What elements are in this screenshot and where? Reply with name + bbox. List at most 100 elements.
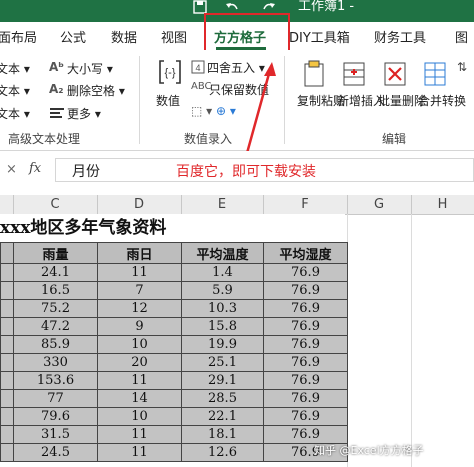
table-cell[interactable]: 77 bbox=[13, 389, 98, 408]
table-cell[interactable]: 85.9 bbox=[13, 335, 98, 354]
group-divider bbox=[139, 56, 140, 144]
table-cell[interactable]: 7 bbox=[97, 281, 182, 300]
table-cell[interactable]: 11 bbox=[97, 425, 182, 444]
table-cell[interactable]: 22.1 bbox=[181, 407, 264, 426]
table-row: 31.5 11 18.1 76.9 bbox=[0, 425, 348, 444]
table-cell[interactable]: 5.9 bbox=[181, 281, 264, 300]
table-cell[interactable]: 9 bbox=[97, 317, 182, 336]
table-header-row: 雨量 雨日 平均温度 平均湿度 bbox=[0, 242, 348, 264]
table-cell[interactable]: 47.2 bbox=[13, 317, 98, 336]
table-header-cell[interactable]: 雨量 bbox=[13, 242, 98, 264]
cancel-icon[interactable]: × bbox=[6, 162, 17, 177]
table-header-cell[interactable] bbox=[0, 242, 14, 264]
text-menu-3[interactable]: 文本 ▾ bbox=[0, 105, 30, 122]
table-cell[interactable]: 10 bbox=[97, 407, 182, 426]
numeric-button[interactable]: 数值 bbox=[156, 92, 180, 109]
table-cell[interactable]: 20 bbox=[97, 353, 182, 372]
table-header-cell[interactable]: 雨日 bbox=[97, 242, 182, 264]
tab-data[interactable]: 数据 bbox=[111, 27, 137, 46]
table-cell[interactable] bbox=[0, 299, 14, 318]
table-cell[interactable]: 76.9 bbox=[263, 389, 348, 408]
table-cell[interactable] bbox=[0, 317, 14, 336]
table-cell[interactable]: 16.5 bbox=[13, 281, 98, 300]
table-cell[interactable]: 76.9 bbox=[263, 299, 348, 318]
table-cell[interactable]: 79.6 bbox=[13, 407, 98, 426]
table-cell[interactable]: 76.9 bbox=[263, 425, 348, 444]
case-menu[interactable]: 大小写 ▾ bbox=[67, 60, 113, 77]
table-cell[interactable]: 76.9 bbox=[263, 317, 348, 336]
group-divider bbox=[284, 56, 285, 144]
table-cell[interactable]: 29.1 bbox=[181, 371, 264, 390]
table-cell[interactable] bbox=[0, 407, 14, 426]
table-cell[interactable]: 11 bbox=[97, 371, 182, 390]
table-cell[interactable] bbox=[0, 371, 14, 390]
table-cell[interactable]: 25.1 bbox=[181, 353, 264, 372]
table-cell[interactable]: 10 bbox=[97, 335, 182, 354]
table-cell[interactable]: 12.6 bbox=[181, 443, 264, 462]
group-label-number: 数值录入 bbox=[184, 132, 233, 146]
group-label-edit: 编辑 bbox=[382, 132, 407, 146]
table-cell[interactable] bbox=[0, 389, 14, 408]
table-cell[interactable]: 330 bbox=[13, 353, 98, 372]
table-row: 77 14 28.5 76.9 bbox=[0, 389, 348, 408]
numeric-icon: {-} bbox=[159, 60, 181, 84]
table-cell[interactable]: 11 bbox=[97, 263, 182, 282]
table-cell[interactable]: 14 bbox=[97, 389, 182, 408]
extra-tool-icon[interactable]: ⬚ ▾ bbox=[191, 104, 212, 118]
column-header-e[interactable]: E bbox=[181, 195, 263, 214]
column-header-f[interactable]: F bbox=[263, 195, 347, 214]
insert-function-icon[interactable]: fx bbox=[29, 161, 41, 176]
table-cell[interactable] bbox=[0, 281, 14, 300]
table-cell[interactable]: 24.5 bbox=[13, 443, 98, 462]
table-cell[interactable]: 31.5 bbox=[13, 425, 98, 444]
remove-space-menu[interactable]: 删除空格 ▾ bbox=[67, 82, 125, 99]
table-cell[interactable] bbox=[0, 353, 14, 372]
table-header-cell[interactable]: 平均湿度 bbox=[263, 242, 348, 264]
table-cell[interactable]: 76.9 bbox=[263, 335, 348, 354]
table-cell[interactable]: 15.8 bbox=[181, 317, 264, 336]
table-cell[interactable]: 76.9 bbox=[263, 281, 348, 300]
table-row: 79.6 10 22.1 76.9 bbox=[0, 407, 348, 426]
column-header-d[interactable]: D bbox=[97, 195, 181, 214]
table-cell[interactable]: 1.4 bbox=[181, 263, 264, 282]
table-row: 24.5 11 12.6 76.9 bbox=[0, 443, 348, 462]
table-cell[interactable]: 24.1 bbox=[13, 263, 98, 282]
table-cell[interactable]: 28.5 bbox=[181, 389, 264, 408]
table-cell[interactable]: 153.6 bbox=[13, 371, 98, 390]
more-menu[interactable]: 更多 ▾ bbox=[67, 105, 101, 122]
tab-more[interactable]: 图 bbox=[455, 27, 468, 46]
tab-formulas[interactable]: 公式 bbox=[60, 27, 86, 46]
merge-convert-icon bbox=[424, 62, 446, 86]
tab-view[interactable]: 视图 bbox=[161, 27, 187, 46]
column-header-c[interactable]: C bbox=[13, 195, 97, 214]
table-cell[interactable]: 76.9 bbox=[263, 263, 348, 282]
column-header-g[interactable]: G bbox=[347, 195, 411, 214]
tab-page-layout[interactable]: 面布局 bbox=[0, 27, 37, 46]
table-row: 16.5 7 5.9 76.9 bbox=[0, 281, 348, 300]
table-cell[interactable] bbox=[0, 425, 14, 444]
table-cell[interactable]: 75.2 bbox=[13, 299, 98, 318]
extra-tool-icon-2[interactable]: ⊕ ▾ bbox=[216, 104, 236, 118]
table-row: 47.2 9 15.8 76.9 bbox=[0, 317, 348, 336]
merge-convert-button[interactable]: 合并转换 bbox=[418, 92, 466, 109]
insert-icon bbox=[343, 62, 365, 86]
table-cell[interactable] bbox=[0, 335, 14, 354]
table-cell[interactable]: 12 bbox=[97, 299, 182, 318]
swap-icon[interactable]: ⇅ bbox=[457, 60, 467, 74]
table-cell[interactable]: 76.9 bbox=[263, 371, 348, 390]
table-cell[interactable] bbox=[0, 263, 14, 282]
table-cell[interactable]: 10.3 bbox=[181, 299, 264, 318]
sheet-title[interactable]: xxx地区多年气象资料 bbox=[0, 214, 345, 242]
table-cell[interactable]: 76.9 bbox=[263, 353, 348, 372]
table-cell[interactable]: 11 bbox=[97, 443, 182, 462]
table-cell[interactable] bbox=[0, 443, 14, 462]
table-cell[interactable]: 76.9 bbox=[263, 407, 348, 426]
table-cell[interactable]: 19.9 bbox=[181, 335, 264, 354]
table-cell[interactable]: 18.1 bbox=[181, 425, 264, 444]
tab-finance-tools[interactable]: 财务工具 bbox=[374, 27, 426, 46]
tab-diy-toolbox[interactable]: DIY工具箱 bbox=[289, 27, 350, 46]
text-menu-1[interactable]: 文本 ▾ bbox=[0, 60, 30, 77]
table-header-cell[interactable]: 平均温度 bbox=[181, 242, 264, 264]
text-menu-2[interactable]: 文本 ▾ bbox=[0, 82, 30, 99]
column-header-h[interactable]: H bbox=[411, 195, 474, 214]
